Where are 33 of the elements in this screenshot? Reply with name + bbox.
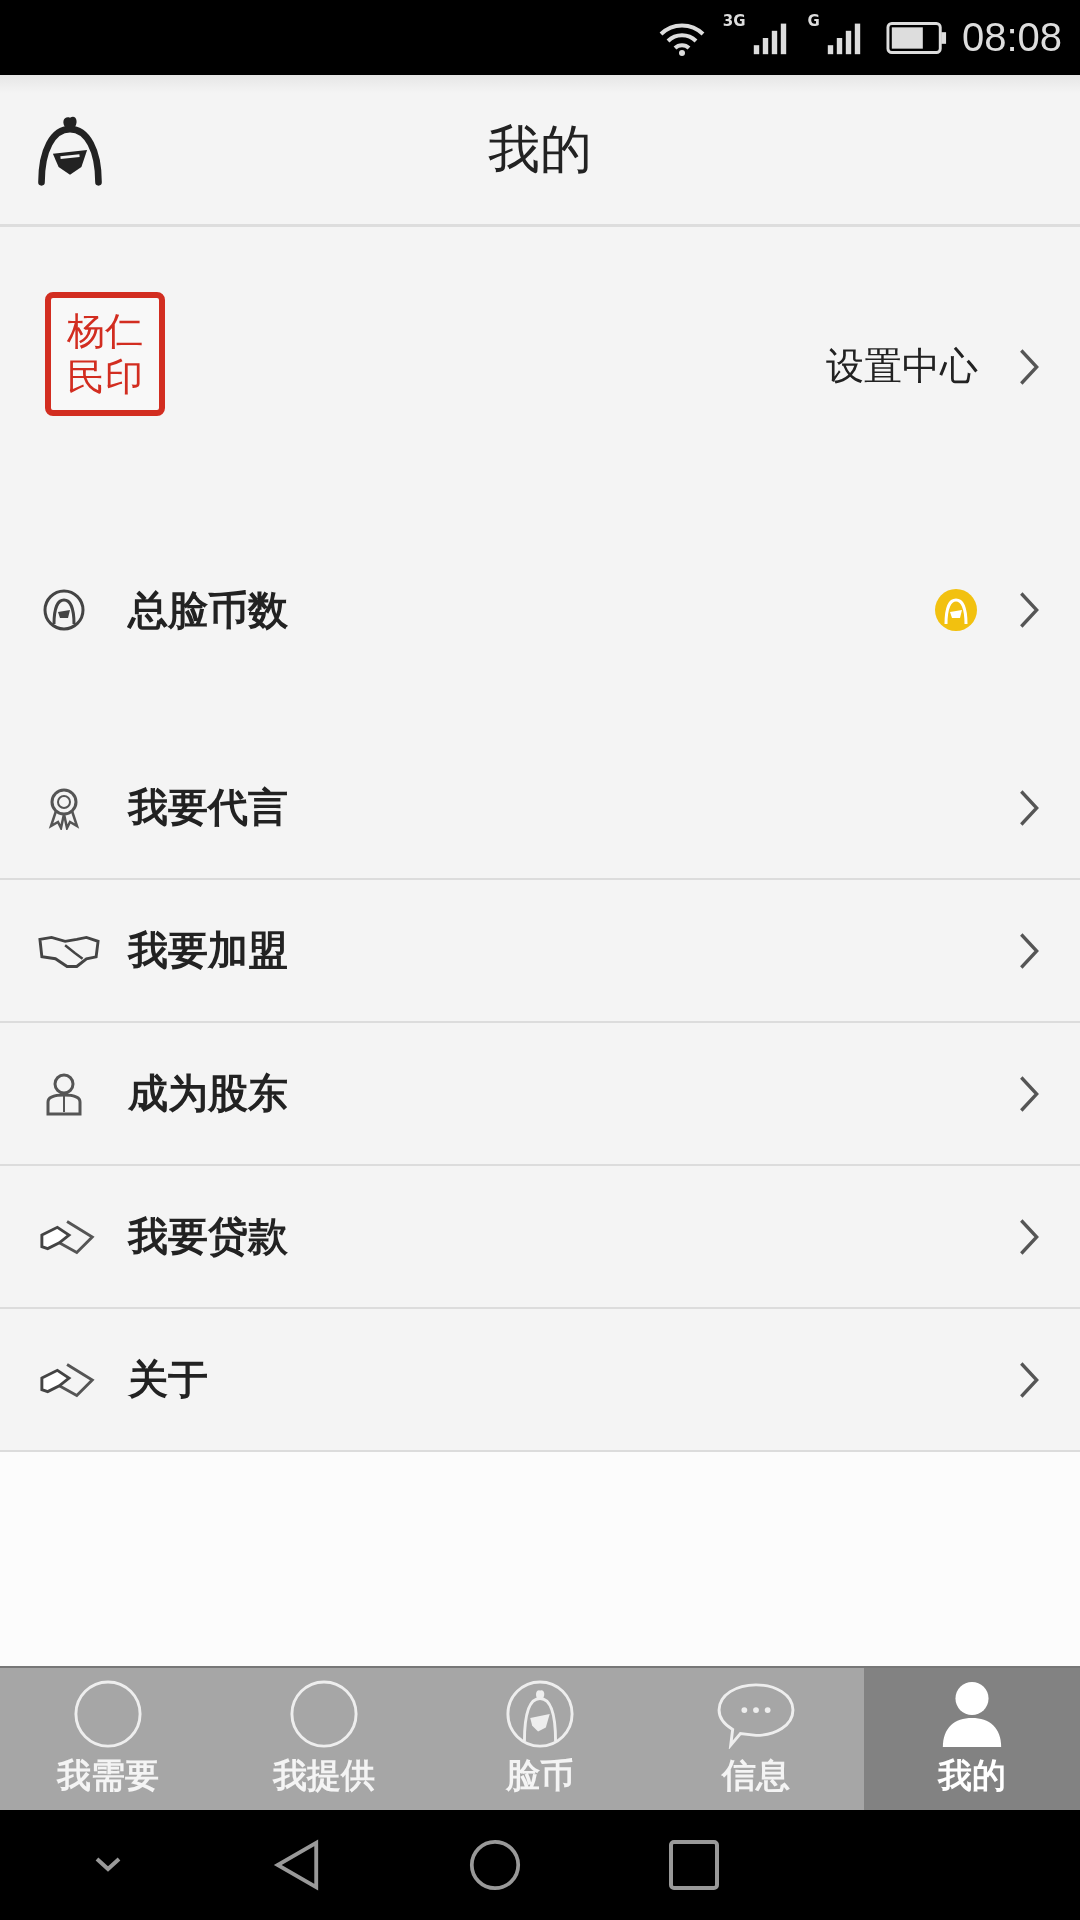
clock-time: 08:08 [961, 15, 1062, 60]
settings-link[interactable]: 设置中心 [826, 341, 1040, 392]
row-label: 总脸币数 [128, 585, 289, 635]
page-title: 我的 [487, 117, 593, 181]
menu-row[interactable]: 成为股东 [0, 1023, 1080, 1166]
chevron-icon [1018, 930, 1040, 971]
menu-row[interactable]: 我要贷款 [0, 1166, 1080, 1309]
seal-avatar[interactable]: 杨仁 民印 [45, 291, 165, 416]
coin-icon [934, 588, 978, 632]
chevron-icon [1018, 346, 1040, 387]
circle-icon [73, 1679, 143, 1749]
row-label: 成为股东 [128, 1069, 289, 1118]
chevron-icon [1018, 1359, 1040, 1400]
chevron-icon [1018, 1216, 1040, 1257]
recents-icon[interactable] [667, 1839, 720, 1891]
row-label: 关于 [128, 1355, 209, 1404]
battery-icon [885, 20, 948, 55]
mascot-icon [505, 1679, 575, 1749]
row-label: 我要加盟 [128, 926, 289, 975]
home-icon[interactable] [469, 1839, 521, 1891]
circle-icon [289, 1679, 359, 1749]
row-label: 我要代言 [128, 783, 289, 832]
chevron-icon [1018, 1073, 1040, 1114]
tab[interactable]: 我的 [864, 1668, 1080, 1810]
menu-row[interactable]: 我要加盟 [0, 880, 1080, 1023]
row-label: 我要贷款 [128, 1212, 289, 1261]
network-type: 3G [722, 12, 746, 30]
network-type: G [807, 12, 820, 30]
menu-row[interactable]: 我要代言 [0, 737, 1080, 880]
coin-row[interactable]: 总脸币数 [0, 520, 1080, 700]
coin-icon [42, 588, 86, 632]
chevron-icon [1018, 787, 1040, 828]
chevron-icon [1018, 590, 1040, 630]
